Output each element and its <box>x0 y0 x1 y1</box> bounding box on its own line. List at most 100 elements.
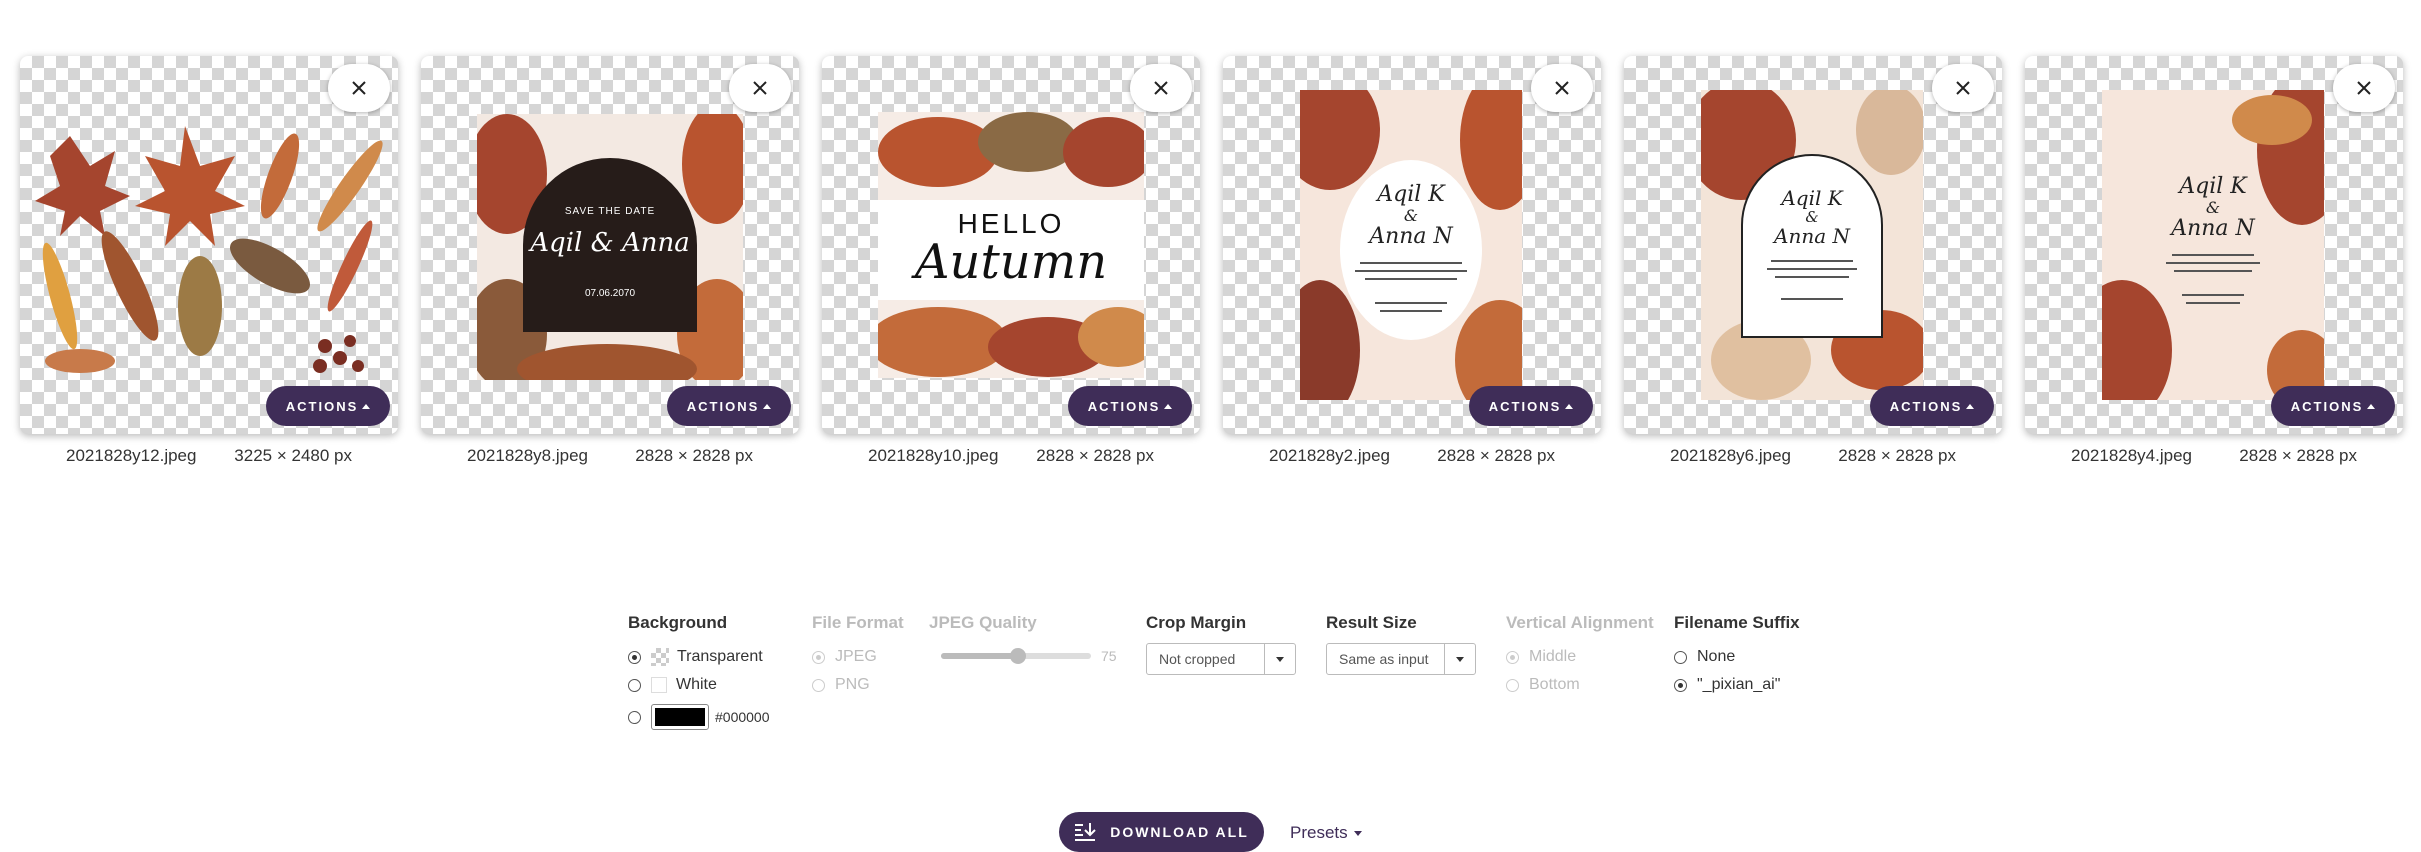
radio-checked-icon[interactable] <box>812 650 825 664</box>
suffix-none-option[interactable]: None <box>1674 643 1800 671</box>
radio-checked-icon[interactable] <box>1674 678 1687 692</box>
close-icon <box>352 81 366 95</box>
file-format-group: File Format JPEG PNG <box>812 613 904 699</box>
color-value: #000000 <box>715 709 770 725</box>
option-label: Bottom <box>1529 676 1580 693</box>
download-all-button[interactable]: DOWNLOAD ALL <box>1059 812 1264 852</box>
select-value: Same as input <box>1339 651 1429 667</box>
radio-checked-icon[interactable] <box>628 650 641 664</box>
crop-margin-select[interactable]: Not cropped <box>1146 643 1296 675</box>
jpeg-quality-group: JPEG Quality 75 <box>929 613 1129 673</box>
quality-value: 75 <box>1101 648 1117 664</box>
chevron-down-icon[interactable] <box>1444 644 1475 674</box>
actions-label: ACTIONS <box>1488 398 1562 414</box>
caret-up-icon <box>1966 403 1975 409</box>
presets-dropdown[interactable]: Presets <box>1290 823 1362 843</box>
alignment-bottom-option[interactable]: Bottom <box>1506 671 1654 699</box>
background-white-option[interactable]: White <box>628 671 770 699</box>
radio-icon[interactable] <box>1506 678 1519 692</box>
crop-margin-group: Crop Margin Not cropped <box>1146 613 1296 675</box>
option-label: White <box>676 676 717 693</box>
close-button[interactable] <box>328 64 390 112</box>
format-jpeg-option[interactable]: JPEG <box>812 643 904 671</box>
image-preview: Aqil K & Anna N <box>2102 90 2324 400</box>
close-button[interactable] <box>2333 64 2395 112</box>
caret-up-icon <box>362 403 371 409</box>
image-dimensions: 2828 × 2828 px <box>1437 446 1555 465</box>
close-icon <box>1154 81 1168 95</box>
image-caption: 2021828y4.jpeg 2828 × 2828 px <box>2025 446 2403 466</box>
image-dimensions: 3225 × 2480 px <box>234 446 352 465</box>
format-png-option[interactable]: PNG <box>812 671 904 699</box>
actions-label: ACTIONS <box>1087 398 1161 414</box>
background-transparent-option[interactable]: Transparent <box>628 643 770 671</box>
radio-icon[interactable] <box>628 710 641 724</box>
art-text: Aqil K <box>2179 174 2247 199</box>
radio-icon[interactable] <box>628 678 641 692</box>
art-text: 07.06.2070 <box>584 288 636 299</box>
background-color-option[interactable]: #000000 <box>628 699 770 735</box>
actions-button[interactable]: ACTIONS <box>1469 386 1593 426</box>
radio-icon[interactable] <box>812 678 825 692</box>
art-text: Aqil K <box>1377 182 1445 207</box>
chevron-down-icon <box>1353 830 1362 836</box>
presets-label: Presets <box>1290 823 1348 842</box>
chevron-down-icon[interactable] <box>1264 644 1295 674</box>
filename: 2021828y6.jpeg <box>1670 446 1792 465</box>
actions-button[interactable]: ACTIONS <box>1068 386 1192 426</box>
close-button[interactable] <box>1932 64 1994 112</box>
image-preview: SAVE THE DATE Aqil & Anna 07.06.2070 <box>477 114 743 380</box>
image-caption: 2021828y12.jpeg 3225 × 2480 px <box>20 446 398 466</box>
image-dimensions: 2828 × 2828 px <box>635 446 753 465</box>
background-group: Background Transparent White #000000 <box>628 613 770 735</box>
image-gallery: ACTIONS 2021828y12.jpeg 3225 × 2480 px S… <box>0 0 2421 480</box>
art-text: Anna N <box>1774 224 1850 248</box>
close-button[interactable] <box>1130 64 1192 112</box>
file-format-title: File Format <box>812 613 904 632</box>
slider-thumb[interactable] <box>1010 648 1026 664</box>
actions-button[interactable]: ACTIONS <box>2271 386 2395 426</box>
art-text: Autumn <box>914 234 1108 290</box>
option-label: PNG <box>835 676 870 693</box>
filename: 2021828y2.jpeg <box>1269 446 1391 465</box>
image-card[interactable]: Aqil K & Anna N ACTIONS <box>2025 56 2403 434</box>
filename: 2021828y12.jpeg <box>66 446 197 465</box>
settings-panel: Background Transparent White #000000 Fil… <box>0 613 2421 753</box>
color-swatch[interactable] <box>651 704 709 730</box>
image-dimensions: 2828 × 2828 px <box>1838 446 1956 465</box>
download-all-label: DOWNLOAD ALL <box>1110 824 1249 840</box>
close-button[interactable] <box>1531 64 1593 112</box>
image-caption: 2021828y6.jpeg 2828 × 2828 px <box>1624 446 2002 466</box>
art-text: Aqil & Anna <box>530 228 690 258</box>
white-swatch-icon <box>651 677 667 693</box>
quality-slider[interactable] <box>941 648 1091 664</box>
radio-checked-icon[interactable] <box>1506 650 1519 664</box>
vertical-alignment-group: Vertical Alignment Middle Bottom <box>1506 613 1654 699</box>
art-text: SAVE THE DATE <box>564 206 656 217</box>
radio-icon[interactable] <box>1674 650 1687 664</box>
suffix-pixian-option[interactable]: "_pixian_ai" <box>1674 671 1800 699</box>
image-card[interactable]: ACTIONS <box>20 56 398 434</box>
art-text: & <box>2205 198 2221 217</box>
image-card[interactable]: SAVE THE DATE Aqil & Anna 07.06.2070 ACT… <box>421 56 799 434</box>
option-label: JPEG <box>835 648 877 665</box>
alignment-middle-option[interactable]: Middle <box>1506 643 1654 671</box>
actions-button[interactable]: ACTIONS <box>667 386 791 426</box>
caret-up-icon <box>1164 403 1173 409</box>
actions-button[interactable]: ACTIONS <box>266 386 390 426</box>
close-button[interactable] <box>729 64 791 112</box>
result-size-select[interactable]: Same as input <box>1326 643 1476 675</box>
option-label: None <box>1697 648 1736 665</box>
close-icon <box>1956 81 1970 95</box>
image-card[interactable]: Aqil K & Anna N ACTIONS <box>1624 56 2002 434</box>
filename: 2021828y4.jpeg <box>2071 446 2193 465</box>
image-card[interactable]: HELLO Autumn ACTIONS <box>822 56 1200 434</box>
option-label: Transparent <box>677 648 763 665</box>
result-size-group: Result Size Same as input <box>1326 613 1476 675</box>
image-dimensions: 2828 × 2828 px <box>1036 446 1154 465</box>
image-card[interactable]: Aqil K & Anna N ACTIONS <box>1223 56 1601 434</box>
select-value: Not cropped <box>1159 651 1236 667</box>
actions-label: ACTIONS <box>1889 398 1963 414</box>
image-preview: Aqil K & Anna N <box>1300 90 1522 400</box>
actions-button[interactable]: ACTIONS <box>1870 386 1994 426</box>
